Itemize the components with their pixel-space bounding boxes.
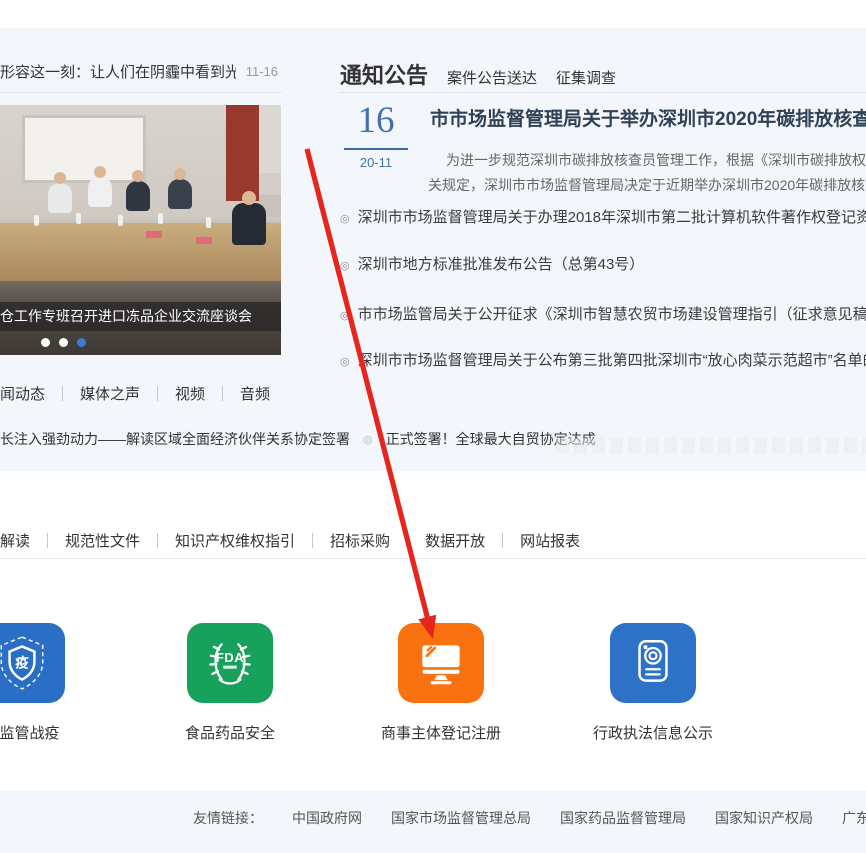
nav-item-video[interactable]: 视频: [175, 383, 205, 404]
carousel-caption: 仓工作专班召开进口冻品企业交流座谈会: [0, 302, 281, 331]
list-bullet-icon: ◎: [340, 260, 350, 272]
monitor-icon: [398, 623, 484, 703]
footer-link-cnipa[interactable]: 国家知识产权局: [715, 808, 813, 828]
nav-separator: [312, 533, 313, 548]
nav-item-site-reports[interactable]: 网站报表: [520, 530, 580, 551]
carousel-dot[interactable]: [41, 338, 50, 347]
footer-link-gd-gov[interactable]: 广东省人民政府: [842, 808, 866, 828]
notice-list-item[interactable]: ◎ 深圳市市场监督管理局关于办理2018年深圳市第二批计算机软件著作权登记资助领: [340, 206, 866, 227]
photo-whiteboard: [22, 115, 146, 183]
footer-link-gov-cn[interactable]: 中国政府网: [292, 808, 362, 828]
photo-person: [48, 183, 72, 213]
notice-list-item[interactable]: ◎ 深圳市地方标准批准发布公告（总第43号）: [340, 253, 866, 274]
photo-bottle: [76, 213, 81, 224]
carousel-slide-photo[interactable]: 仓工作专班召开进口冻品企业交流座谈会: [0, 105, 281, 355]
notice-link[interactable]: 市市场监管局关于公开征求《深圳市智慧农贸市场建设管理指引（征求意见稿）》...: [358, 306, 866, 323]
photo-bottle: [158, 213, 163, 224]
portal-page: 形容这一刻：让人们在阴霾中看到光... 11-16 仓工作专班召开进口冻品企业交…: [0, 0, 866, 853]
featured-date-underline: [344, 148, 408, 150]
left-column-divider: [0, 92, 282, 93]
epidemic-shield-icon: 疫: [0, 623, 65, 703]
tile-business-registration[interactable]: 商事主体登记注册: [353, 623, 529, 743]
carousel-dot-active[interactable]: [77, 338, 86, 347]
nav-item-open-data[interactable]: 数据开放: [425, 530, 485, 551]
featured-day: 16: [340, 102, 412, 141]
photo-person: [168, 179, 192, 209]
nav-separator: [62, 386, 63, 401]
tile-enforcement-disclosure[interactable]: 行政执法信息公示: [565, 623, 741, 743]
friendly-links-label: 友情链接：: [193, 808, 263, 828]
news-link[interactable]: 形容这一刻：让人们在阴霾中看到光...: [0, 61, 236, 82]
photo-bottle: [34, 215, 39, 226]
footer-link-nmpa[interactable]: 国家药品监督管理局: [560, 808, 686, 828]
nav-separator: [47, 533, 48, 548]
photo-person: [126, 181, 150, 211]
photo-red-door: [226, 105, 259, 201]
notice-link[interactable]: 深圳市地方标准批准发布公告（总第43号）: [358, 256, 645, 273]
svg-text:疫: 疫: [15, 655, 29, 671]
nav-separator: [222, 386, 223, 401]
tile-label: 场监管战疫: [0, 722, 110, 743]
featured-notice-summary-line1: 为进一步规范深圳市碳排放核查员管理工作，根据《深圳市碳排放权交易管理: [446, 150, 866, 170]
photo-person: [232, 203, 266, 245]
featured-notice-summary-line2: 关规定，深圳市市场监督管理局决定于近期举办深圳市2020年碳排放核查员专业知: [428, 175, 866, 195]
list-bullet-icon: ◎: [340, 213, 350, 225]
services-nav: 解读 规范性文件 知识产权维权指引 招标采购 数据开放 网站报表: [0, 530, 580, 551]
nav-separator: [502, 533, 503, 548]
nav-item-normative-documents[interactable]: 规范性文件: [65, 530, 140, 551]
notices-divider: [340, 92, 866, 93]
news-category-nav: 闻动态 媒体之声 视频 音频: [0, 383, 270, 404]
tile-label: 食品药品安全: [142, 722, 318, 743]
nav-item-bidding[interactable]: 招标采购: [330, 530, 390, 551]
notice-list-item[interactable]: ◎ 深圳市市场监督管理局关于公布第三批第四批深圳市“放心肉菜示范超市”名单的...: [340, 349, 866, 370]
featured-notice-title[interactable]: 市市场监督管理局关于举办深圳市2020年碳排放核查员专业知: [430, 104, 866, 131]
carousel-dot[interactable]: [59, 338, 68, 347]
list-bullet-icon: ◎: [340, 356, 350, 368]
fda-wreath-icon: FDA: [187, 623, 273, 703]
notices-title: 通知公告: [340, 58, 428, 90]
tab-surveys[interactable]: 征集调查: [556, 67, 616, 88]
tile-label: 行政执法信息公示: [565, 722, 741, 743]
body-camera-icon: [610, 623, 696, 703]
nav-item-audio[interactable]: 音频: [240, 383, 270, 404]
notices-header: 通知公告 案件公告送达 征集调查: [340, 58, 616, 90]
carousel-dots: [41, 338, 86, 347]
tile-epidemic-supervision[interactable]: 疫 场监管战疫: [0, 623, 110, 743]
photo-place-card: [146, 231, 162, 238]
friendly-links-row: 友情链接： 中国政府网 国家市场监督管理总局 国家药品监督管理局 国家知识产权局…: [193, 808, 866, 828]
photo-bottle: [206, 217, 211, 228]
nav-separator: [407, 533, 408, 548]
notice-link[interactable]: 深圳市市场监督管理局关于办理2018年深圳市第二批计算机软件著作权登记资助领: [358, 209, 866, 226]
photo-bottle: [118, 215, 123, 226]
notice-link[interactable]: 深圳市市场监督管理局关于公布第三批第四批深圳市“放心肉菜示范超市”名单的...: [358, 352, 866, 369]
footer-link-samr[interactable]: 国家市场监督管理总局: [391, 808, 531, 828]
section-divider: [0, 558, 866, 559]
list-bullet-icon: ◎: [340, 310, 350, 322]
photo-person: [88, 177, 112, 207]
photo-shelf: [259, 105, 281, 217]
nav-item-ip-rights-guide[interactable]: 知识产权维权指引: [175, 530, 295, 551]
nav-item-news[interactable]: 闻动态: [0, 383, 45, 404]
bridge-watermark: [556, 438, 866, 454]
tab-case-announcements[interactable]: 案件公告送达: [447, 67, 537, 88]
notice-list-item[interactable]: ◎ 市市场监管局关于公开征求《深圳市智慧农贸市场建设管理指引（征求意见稿）》...: [340, 303, 866, 324]
ticker-link-1[interactable]: 长注入强劲动力——解读区域全面经济伙伴关系协定签署: [0, 429, 350, 449]
svg-text:FDA: FDA: [216, 650, 244, 665]
featured-year-month: 20-11: [340, 155, 412, 170]
nav-separator: [157, 386, 158, 401]
tile-food-drug-safety[interactable]: FDA 食品药品安全: [142, 623, 318, 743]
news-list-item: 形容这一刻：让人们在阴霾中看到光... 11-16: [0, 61, 278, 82]
news-date: 11-16: [246, 64, 278, 79]
nav-item-interpretation[interactable]: 解读: [0, 530, 30, 551]
nav-separator: [157, 533, 158, 548]
photo-place-card: [196, 237, 212, 244]
tile-label: 商事主体登记注册: [353, 722, 529, 743]
ticker-bullet-icon: ◎: [363, 433, 373, 446]
featured-date-block: 16 20-11: [340, 102, 412, 170]
nav-item-media-voice[interactable]: 媒体之声: [80, 383, 140, 404]
